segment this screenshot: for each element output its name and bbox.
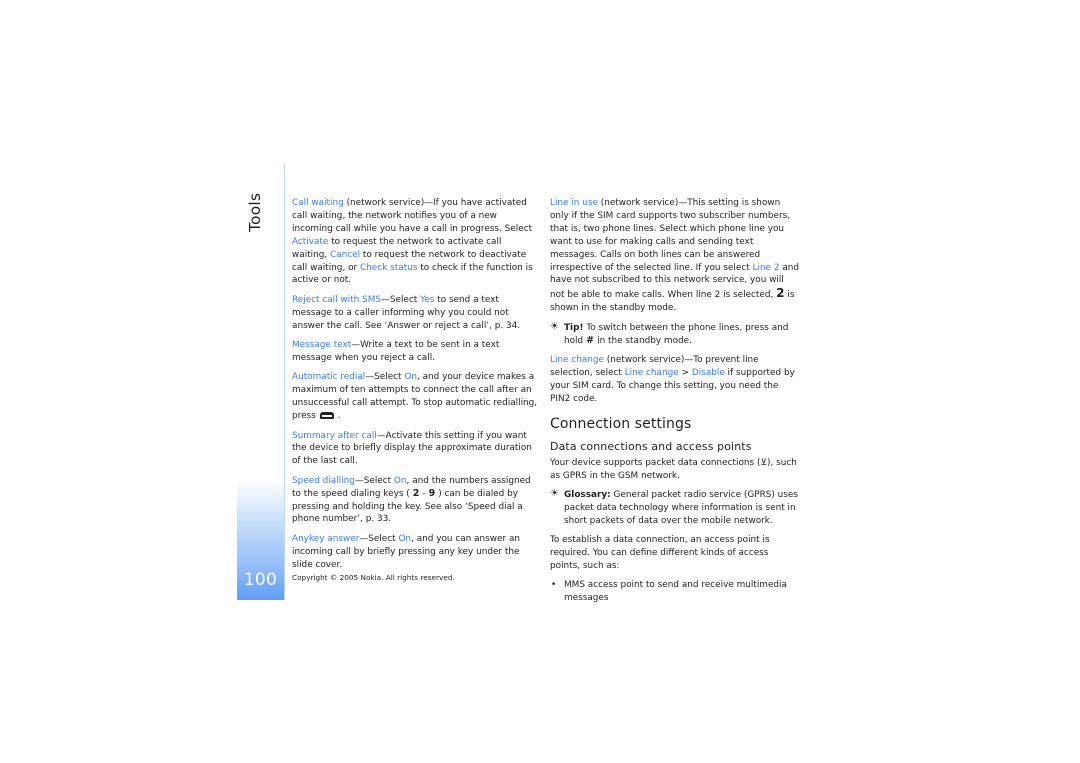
access-point-paragraph: To establish a data connection, an acces… xyxy=(550,535,770,571)
right-column: Line in use (network service)—This setti… xyxy=(550,197,800,605)
option-on: On xyxy=(404,372,417,383)
line-in-use-paragraph: Line in use (network service)—This setti… xyxy=(550,198,800,314)
page-number: 100 xyxy=(243,570,278,590)
heading-connection-settings: Connection settings xyxy=(550,415,692,432)
line-2-indicator-icon: 2 xyxy=(776,286,785,301)
glossary-bulb-icon: ☀ xyxy=(550,487,559,499)
option-check-status: Check status xyxy=(359,262,418,273)
call-waiting-paragraph: Call waiting (network service)—If you ha… xyxy=(292,198,533,286)
term-auto-redial: Automatic redial xyxy=(292,372,366,383)
data-intro-paragraph: Your device supports packet data connect… xyxy=(550,457,797,481)
anykey-paragraph: Anykey answer—Select On, and you can ans… xyxy=(292,533,521,570)
left-column: Call waiting (network service)—If you ha… xyxy=(292,197,538,578)
option-disable: Disable xyxy=(691,367,725,378)
term-call-waiting: Call waiting xyxy=(292,198,344,208)
option-yes: Yes xyxy=(420,294,435,305)
key-2-icon: 2 xyxy=(412,487,420,499)
glossary-label: Glossary: xyxy=(564,489,611,500)
tip-note: ☀ Tip! To switch between the phone lines,… xyxy=(550,320,789,346)
option-line-change: Line change xyxy=(624,367,679,378)
end-call-key-icon xyxy=(319,412,334,420)
option-cancel: Cancel xyxy=(330,249,361,260)
message-text-paragraph: Message text—Write a text to be sent in … xyxy=(292,340,500,363)
list-item: • MMS access point to send and receive mu… xyxy=(551,580,787,604)
speed-dialling-paragraph: Speed dialling—Select On, and the number… xyxy=(292,475,531,525)
term-line-in-use: Line in use xyxy=(550,198,598,208)
section-title: Tools xyxy=(246,192,264,232)
auto-redial-paragraph: Automatic redial—Select On, and your dev… xyxy=(292,372,538,422)
option-activate: Activate xyxy=(292,236,329,247)
hash-key-icon: # xyxy=(586,334,595,346)
tip-bulb-icon: ☀ xyxy=(550,320,559,332)
option-on: On xyxy=(393,475,407,486)
margin-rule xyxy=(284,163,285,600)
line-change-paragraph: Line change (network service)—To prevent… xyxy=(550,354,795,404)
term-summary-after-call: Summary after call xyxy=(292,430,377,441)
term-speed-dialling: Speed dialling xyxy=(292,475,355,486)
reject-sms-paragraph: Reject call with SMS—Select Yes to send … xyxy=(292,294,521,331)
summary-paragraph: Summary after call—Activate this setting… xyxy=(292,430,532,467)
term-anykey-answer: Anykey answer xyxy=(292,533,360,544)
tip-label: Tip! xyxy=(564,322,584,333)
term-line-change: Line change xyxy=(550,354,604,365)
term-message-text: Message text xyxy=(292,340,352,351)
option-line-2: Line 2 xyxy=(752,262,780,273)
glossary-note: ☀ Glossary: General packet radio service … xyxy=(550,487,799,526)
option-on: On xyxy=(398,533,412,544)
key-9-icon: 9 xyxy=(428,487,436,499)
copyright: Copyright © 2005 Nokia. All rights reser… xyxy=(292,573,455,582)
term-reject-sms: Reject call with SMS xyxy=(292,294,381,305)
subheading-data-connections: Data connections and access points xyxy=(550,439,752,453)
bullet-icon: • xyxy=(551,580,557,591)
